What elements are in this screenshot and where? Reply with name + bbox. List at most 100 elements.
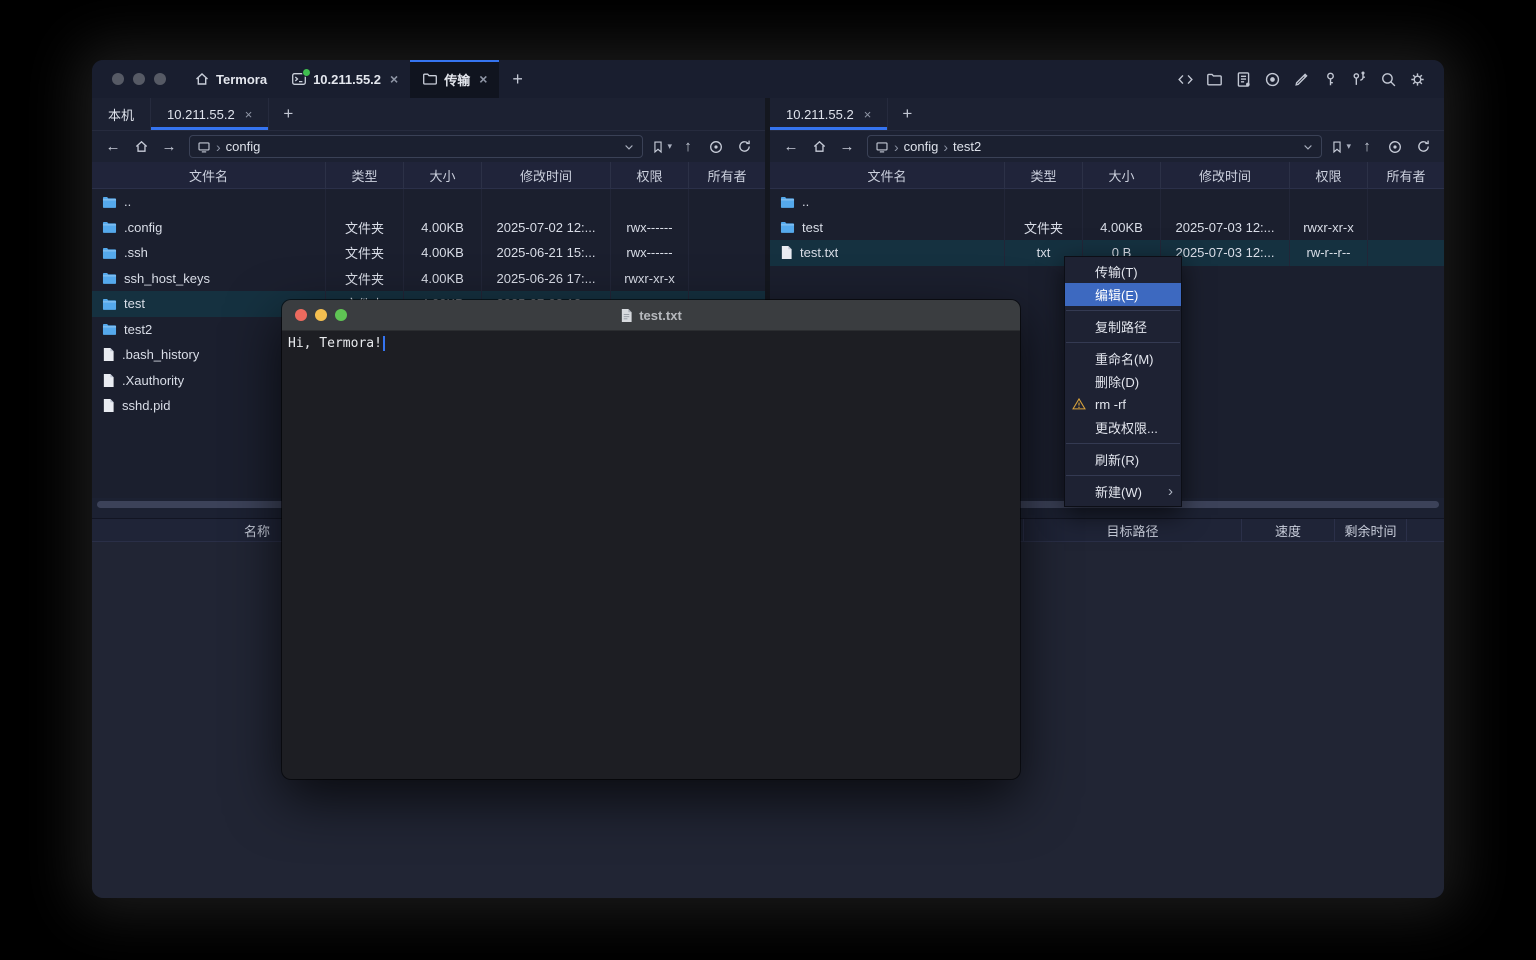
editor-filename: test.txt [639, 308, 682, 323]
home-button[interactable] [807, 135, 831, 159]
forward-button[interactable]: → [157, 135, 181, 159]
editor-window[interactable]: test.txt Hi, Termora! [282, 300, 1020, 779]
column-header-size[interactable]: 大小 [1083, 162, 1161, 188]
menu-item[interactable]: 传输(T) [1065, 260, 1181, 283]
back-button[interactable]: ← [779, 135, 803, 159]
file-name: .bash_history [122, 347, 199, 362]
tab-transfer[interactable]: 传输 × [410, 60, 499, 98]
column-header-permissions[interactable]: 权限 [1290, 162, 1368, 188]
editor-zoom-button[interactable] [335, 309, 347, 321]
editor-window-controls [295, 309, 347, 321]
online-status-dot [302, 68, 311, 77]
file-name: .. [124, 194, 131, 209]
settings-gear-icon[interactable] [1409, 71, 1426, 88]
close-icon[interactable]: × [390, 72, 398, 86]
code-icon[interactable] [1177, 71, 1194, 88]
file-type [326, 189, 404, 215]
column-header-filename[interactable]: 文件名 [92, 162, 326, 188]
path-dropdown-chevron-icon[interactable] [1302, 141, 1314, 153]
home-button[interactable] [129, 135, 153, 159]
right-panel-toolbar: ← → › config [770, 131, 1444, 162]
close-icon[interactable]: × [479, 72, 487, 86]
file-row[interactable]: .ssh 文件夹 4.00KB 2025-06-21 15:... rwx---… [92, 240, 765, 266]
column-header-mtime[interactable]: 修改时间 [482, 162, 611, 188]
record-icon[interactable] [1264, 71, 1281, 88]
folder-icon[interactable] [1206, 71, 1223, 88]
show-hidden-files-eye-icon[interactable] [1383, 135, 1407, 159]
tab-remote-host[interactable]: 10.211.55.2 × [770, 98, 888, 130]
editor-titlebar[interactable]: test.txt [282, 300, 1020, 331]
add-panel-tab-button[interactable]: + [888, 98, 926, 130]
breadcrumb-segment[interactable]: › test2 [943, 139, 981, 155]
refresh-icon[interactable] [1411, 135, 1435, 159]
add-panel-tab-button[interactable]: + [269, 98, 307, 130]
file-row[interactable]: test 文件夹 4.00KB 2025-07-03 12:... rwxr-x… [770, 215, 1444, 241]
folder-icon [102, 246, 117, 260]
column-header-owner[interactable]: 所有者 [1368, 162, 1444, 188]
forward-button[interactable]: → [835, 135, 859, 159]
transfer-column-destination[interactable]: 目标路径 [1023, 519, 1241, 541]
menu-item[interactable]: 重命名(M) [1065, 347, 1181, 370]
file-table-header[interactable]: 文件名 类型 大小 修改时间 权限 所有者 [92, 162, 765, 189]
menu-item[interactable]: 复制路径 [1065, 315, 1181, 338]
editor-minimize-button[interactable] [315, 309, 327, 321]
close-icon[interactable]: × [864, 108, 872, 121]
key-icon[interactable] [1322, 71, 1339, 88]
folder-icon [102, 322, 117, 336]
file-owner [1368, 189, 1444, 215]
keychain-icon[interactable] [1351, 71, 1368, 88]
new-tab-button[interactable]: + [499, 60, 536, 98]
macos-zoom-button[interactable] [154, 73, 166, 85]
file-name: test [124, 296, 145, 311]
log-icon[interactable] [1235, 71, 1252, 88]
menu-item-label: 传输(T) [1095, 262, 1138, 281]
tab-local-machine[interactable]: 本机 [92, 98, 151, 130]
show-hidden-files-eye-icon[interactable] [704, 135, 728, 159]
column-header-permissions[interactable]: 权限 [611, 162, 689, 188]
parent-directory-button[interactable]: ↑ [1355, 135, 1379, 159]
tab-ssh-session[interactable]: 10.211.55.2 × [279, 60, 410, 98]
bookmark-button[interactable]: ▾ [1330, 140, 1351, 154]
folder-icon [102, 195, 117, 209]
breadcrumb-segment[interactable]: › config [894, 139, 938, 155]
menu-item[interactable]: rm -rf [1065, 393, 1181, 416]
refresh-icon[interactable] [732, 135, 756, 159]
column-header-size[interactable]: 大小 [404, 162, 482, 188]
editor-content[interactable]: Hi, Termora! [282, 331, 1020, 356]
menu-item[interactable]: 新建(W) › [1065, 480, 1181, 503]
search-icon[interactable] [1380, 71, 1397, 88]
menu-item[interactable]: 删除(D) [1065, 370, 1181, 393]
transfer-column-eta[interactable]: 剩余时间 [1334, 519, 1406, 541]
column-header-type[interactable]: 类型 [1005, 162, 1083, 188]
back-button[interactable]: ← [101, 135, 125, 159]
path-dropdown-chevron-icon[interactable] [623, 141, 635, 153]
file-row[interactable]: .. [770, 189, 1444, 215]
tab-termora-home[interactable]: Termora [182, 60, 279, 98]
menu-item[interactable]: 更改权限... [1065, 416, 1181, 439]
file-row[interactable]: .. [92, 189, 765, 215]
column-header-owner[interactable]: 所有者 [689, 162, 765, 188]
menu-separator [1066, 475, 1180, 476]
edit-icon[interactable] [1293, 71, 1310, 88]
macos-minimize-button[interactable] [133, 73, 145, 85]
window-titlebar[interactable]: Termora 10.211.55.2 × 传输 × [92, 60, 1444, 99]
menu-item[interactable]: 刷新(R) [1065, 448, 1181, 471]
macos-close-button[interactable] [112, 73, 124, 85]
parent-directory-button[interactable]: ↑ [676, 135, 700, 159]
column-header-type[interactable]: 类型 [326, 162, 404, 188]
transfer-column-speed[interactable]: 速度 [1241, 519, 1334, 541]
editor-close-button[interactable] [295, 309, 307, 321]
path-breadcrumb-field[interactable]: › config [189, 135, 643, 158]
folder-icon [102, 271, 117, 285]
file-row[interactable]: ssh_host_keys 文件夹 4.00KB 2025-06-26 17:.… [92, 266, 765, 292]
breadcrumb-segment[interactable]: › config [216, 139, 260, 155]
file-row[interactable]: .config 文件夹 4.00KB 2025-07-02 12:... rwx… [92, 215, 765, 241]
column-header-filename[interactable]: 文件名 [770, 162, 1005, 188]
column-header-mtime[interactable]: 修改时间 [1161, 162, 1290, 188]
bookmark-button[interactable]: ▾ [651, 140, 672, 154]
menu-item[interactable]: 编辑(E) [1065, 283, 1181, 306]
close-icon[interactable]: × [245, 108, 253, 121]
tab-remote-host[interactable]: 10.211.55.2 × [151, 98, 269, 130]
file-table-header[interactable]: 文件名 类型 大小 修改时间 权限 所有者 [770, 162, 1444, 189]
path-breadcrumb-field[interactable]: › config › test2 [867, 135, 1322, 158]
